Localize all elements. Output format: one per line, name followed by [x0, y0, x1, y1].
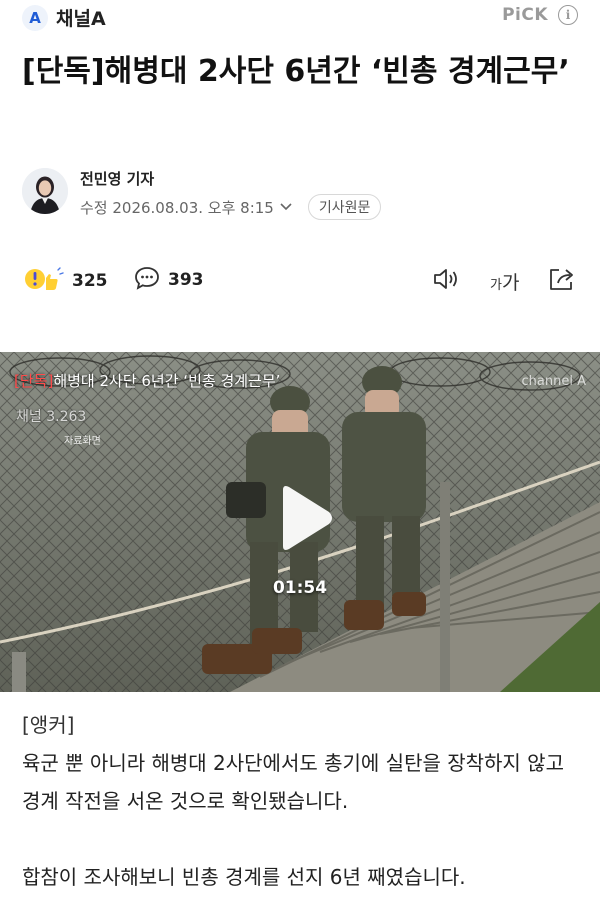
video-duration: 01:54 [272, 578, 328, 598]
body-paragraph: 합참이 조사해보니 빈총 경계를 선지 6년 째였습니다. [22, 865, 466, 889]
channel-name[interactable]: 채널A [56, 4, 106, 31]
body-paragraph: 육군 뿐 아니라 해병대 2사단에서도 총기에 실탄을 장착하지 않고 경계 작… [22, 751, 564, 813]
reaction-button[interactable]: 325 [24, 266, 108, 296]
font-large-glyph: 가 [501, 272, 520, 294]
reaction-count: 325 [72, 271, 108, 291]
exclusive-tag: [단독] [14, 372, 54, 390]
speaker-icon[interactable] [432, 266, 462, 296]
pick-label: PiCK [502, 5, 548, 25]
reaction-emoji-icon [24, 266, 64, 296]
modified-date[interactable]: 수정 2026.08.03. 오후 8:15 [80, 197, 274, 218]
channel-logo: A [22, 4, 48, 31]
share-icon[interactable] [548, 266, 576, 296]
video-player[interactable]: [단독]해병대 2사단 6년간 ‘빈총 경계근무’ 채널 3.263 자료화면 … [0, 352, 600, 692]
reporter-avatar[interactable] [22, 168, 68, 214]
byline: 전민영 기자 수정 2026.08.03. 오후 8:15 기사원문 [22, 168, 582, 220]
info-icon[interactable]: i [558, 5, 578, 25]
pick-badge[interactable]: PiCK i [502, 5, 578, 25]
top-bar: A 채널A PiCK i [0, 0, 600, 36]
dateline: 수정 2026.08.03. 오후 8:15 기사원문 [80, 194, 382, 220]
original-article-button[interactable]: 기사원문 [307, 194, 382, 220]
font-size-icon[interactable]: 가가 [490, 268, 519, 295]
play-button[interactable] [265, 482, 337, 554]
anchor-label: [앵커] [22, 713, 75, 737]
chevron-down-icon[interactable] [280, 200, 292, 214]
font-small-glyph: 가 [490, 278, 502, 293]
brand[interactable]: A 채널A [22, 4, 106, 31]
video-title-text: 해병대 2사단 6년간 ‘빈총 경계근무’ [53, 372, 281, 390]
comment-button[interactable]: 393 [134, 266, 204, 294]
video-overlay-title: [단독]해병대 2사단 6년간 ‘빈총 경계근무’ [14, 370, 280, 391]
article-headline: [단독]해병대 2사단 6년간 ‘빈총 경계근무’ [22, 54, 570, 89]
article-body: [앵커] 육군 뿐 아니라 해병대 2사단에서도 총기에 실탄을 장착하지 않고… [22, 706, 582, 896]
comment-icon [134, 266, 160, 294]
channel-watermark: channel A [521, 374, 586, 389]
reporter-name[interactable]: 전민영 기자 [80, 168, 154, 189]
video-caption: 채널 3.263 [16, 409, 87, 425]
video-sub-caption: 자료화면 [64, 436, 101, 447]
play-icon [283, 486, 332, 550]
comment-count: 393 [168, 270, 204, 290]
action-row: 325 393 가가 [22, 262, 578, 298]
